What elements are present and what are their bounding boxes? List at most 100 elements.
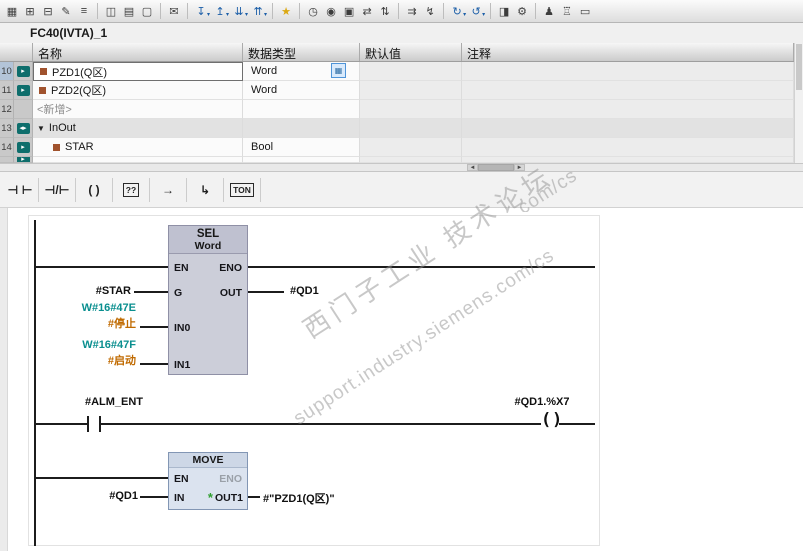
- var-type: Bool: [251, 141, 274, 153]
- pin-eno: ENO: [219, 473, 242, 485]
- watch-icon[interactable]: ◉: [322, 2, 340, 20]
- row-number[interactable]: 14: [0, 138, 14, 157]
- table-row: 12 <新增>: [0, 100, 794, 119]
- operand-in0-constant[interactable]: W#16#47E: [50, 302, 136, 314]
- insert-row-icon[interactable]: ⊞: [21, 2, 39, 20]
- row-number[interactable]: 11: [0, 81, 14, 100]
- row-number[interactable]: 12: [0, 100, 14, 119]
- operand-coil-qd1-x7[interactable]: #QD1.%X7: [487, 396, 597, 408]
- archive-icon[interactable]: ▭: [576, 2, 594, 20]
- splitter-bar[interactable]: ◄ ►: [0, 163, 803, 172]
- row-number[interactable]: 10: [0, 62, 14, 81]
- section-header-cell[interactable]: ▼ InOut: [33, 119, 243, 138]
- operand-move-out[interactable]: #"PZD1(Q区)": [263, 490, 335, 506]
- compare-icon[interactable]: ◨: [495, 2, 513, 20]
- favorites-icon[interactable]: ★: [277, 2, 295, 20]
- var-type-cell: [243, 119, 360, 138]
- wire: [559, 423, 595, 425]
- var-default-cell[interactable]: [360, 81, 462, 100]
- close-branch-button[interactable]: ↳: [190, 176, 220, 204]
- comment-icon[interactable]: ✉: [165, 2, 183, 20]
- add-new-row-cell[interactable]: <新增>: [33, 100, 243, 119]
- type-picker-button[interactable]: ▦: [331, 63, 346, 78]
- dropdown-caret-icon[interactable]: ▾: [463, 11, 466, 18]
- power-rail: [34, 220, 36, 546]
- coil-right-paren[interactable]: ): [552, 412, 562, 429]
- snapshot-icon[interactable]: ▣: [340, 2, 358, 20]
- monitor-clock-icon[interactable]: ◷: [304, 2, 322, 20]
- var-name: PZD1(Q区): [52, 66, 107, 79]
- split-view-icon[interactable]: ◫: [102, 2, 120, 20]
- var-inout-icon: ▸: [16, 141, 30, 153]
- operand-in1-symbol[interactable]: #启动: [50, 352, 136, 368]
- var-name-cell[interactable]: PZD2(Q区): [33, 81, 243, 100]
- wire: [140, 496, 168, 498]
- contact-alm-ent[interactable]: [87, 416, 89, 432]
- dropdown-caret-icon[interactable]: ▾: [245, 11, 248, 18]
- detail-view-icon[interactable]: ▤: [120, 2, 138, 20]
- coil-button[interactable]: ( ): [79, 176, 109, 204]
- contact-nc-button[interactable]: ⊣/⊢: [42, 176, 72, 204]
- pin-out1-wrap: * OUT1: [208, 490, 243, 505]
- row-number[interactable]: 13: [0, 119, 14, 138]
- var-comment-cell[interactable]: [462, 81, 794, 100]
- display-mode-icon[interactable]: ▦: [3, 2, 21, 20]
- scroll-right-button[interactable]: ►: [514, 164, 525, 171]
- move-instruction-box[interactable]: MOVE EN ENO IN * OUT1: [168, 452, 248, 510]
- dropdown-caret-icon[interactable]: ▾: [226, 11, 229, 18]
- dropdown-caret-icon[interactable]: ▾: [482, 11, 485, 18]
- dropdown-caret-icon[interactable]: ▾: [207, 11, 210, 18]
- scrollbar-thumb[interactable]: [478, 164, 514, 171]
- toolbar-separator: [535, 3, 537, 19]
- scroll-left-button[interactable]: ◄: [467, 164, 478, 171]
- var-default-cell[interactable]: [360, 138, 462, 157]
- operand-star[interactable]: #STAR: [55, 285, 131, 297]
- var-name: PZD2(Q区): [51, 85, 106, 97]
- open-branch-button[interactable]: →: [153, 176, 183, 204]
- var-name-cell[interactable]: STAR: [33, 138, 243, 157]
- contact-no-button[interactable]: ⊣ ⊢: [5, 176, 35, 204]
- var-name-cell[interactable]: PZD1(Q区): [33, 62, 243, 81]
- user-icon[interactable]: ♟: [540, 2, 558, 20]
- jump-icon[interactable]: ⇉: [403, 2, 421, 20]
- trace-icon[interactable]: ↯: [421, 2, 439, 20]
- sort-icon[interactable]: ≡: [75, 2, 93, 20]
- pin-out: OUT: [219, 287, 242, 299]
- coil-left-paren[interactable]: (: [541, 412, 551, 429]
- toolbar-separator: [398, 3, 400, 19]
- operand-in1-constant[interactable]: W#16#47F: [50, 339, 136, 351]
- var-type-cell[interactable]: Word: [243, 81, 360, 100]
- empty-box-button[interactable]: ??: [116, 176, 146, 204]
- var-type-cell[interactable]: Bool: [243, 138, 360, 157]
- sel-datatype[interactable]: Word: [169, 240, 247, 252]
- wire: [134, 291, 168, 293]
- operand-alm-ent[interactable]: #ALM_ENT: [60, 396, 168, 408]
- operand-in0-symbol[interactable]: #停止: [50, 315, 136, 331]
- library-icon[interactable]: ♖: [558, 2, 576, 20]
- operand-move-in[interactable]: #QD1: [92, 490, 138, 502]
- operand-qd1-out[interactable]: #QD1: [290, 285, 319, 297]
- var-default-cell[interactable]: [360, 62, 462, 81]
- sel-instruction-box[interactable]: SEL Word EN ENO G OUT IN0 IN1: [168, 225, 248, 375]
- var-comment-cell[interactable]: [462, 138, 794, 157]
- settings-icon[interactable]: ⚙: [513, 2, 531, 20]
- timer-ton-button[interactable]: TON: [227, 176, 257, 204]
- dropdown-caret-icon[interactable]: ▾: [264, 11, 267, 18]
- table-vertical-scrollbar[interactable]: [794, 43, 803, 163]
- swap-icon[interactable]: ⇅: [376, 2, 394, 20]
- tia-block-editor: ▦ ⊞ ⊟ ✎ ≡ ◫ ▤ ▢ ✉ ↧ ▾ ↥ ▾ ⇊ ▾ ⇈ ▾ ★ ◷ ◉ …: [0, 0, 803, 551]
- wire: [36, 477, 168, 479]
- var-comment-cell[interactable]: [462, 62, 794, 81]
- collapse-triangle-icon[interactable]: ▼: [37, 124, 45, 133]
- apply-values-icon[interactable]: ⇄: [358, 2, 376, 20]
- window-icon[interactable]: ▢: [138, 2, 156, 20]
- toolbar-separator: [299, 3, 301, 19]
- edit-icon[interactable]: ✎: [57, 2, 75, 20]
- delete-row-icon[interactable]: ⊟: [39, 2, 57, 20]
- var-type-cell[interactable]: Word ▦: [243, 62, 360, 81]
- toolbar-separator: [223, 177, 224, 202]
- wire: [140, 326, 168, 328]
- scrollbar-thumb[interactable]: [796, 44, 802, 90]
- pin-in: IN: [174, 492, 185, 504]
- pin-eno: ENO: [219, 262, 242, 274]
